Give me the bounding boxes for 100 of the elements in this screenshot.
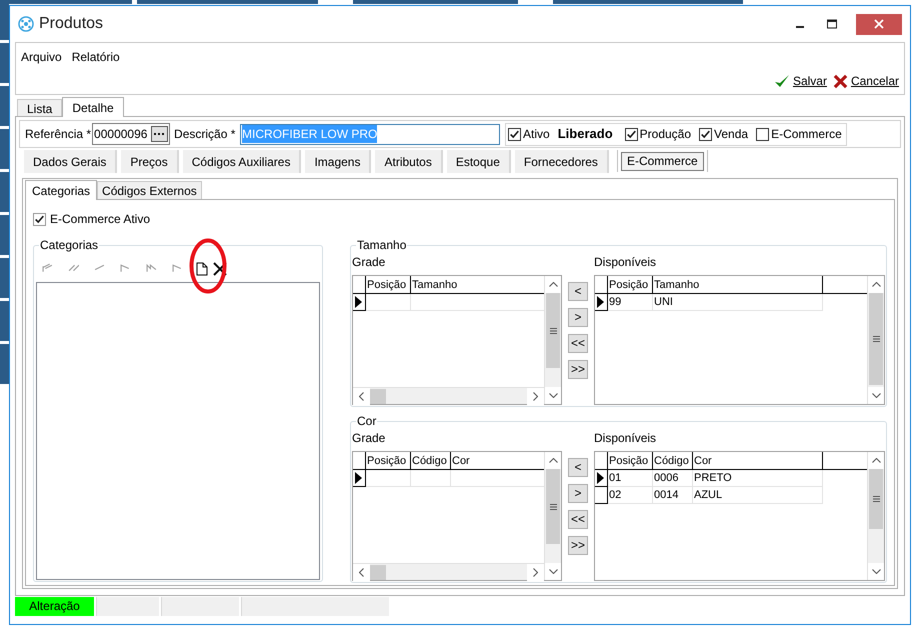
scrollbar-thumb[interactable]: [370, 564, 386, 580]
vertical-scrollbar[interactable]: [544, 452, 561, 580]
scroll-down-icon[interactable]: [868, 387, 884, 404]
vertical-scrollbar[interactable]: [544, 276, 561, 404]
move-button[interactable]: >: [568, 484, 588, 503]
scrollbar-thumb[interactable]: [370, 388, 386, 404]
scroll-up-icon[interactable]: [545, 452, 561, 469]
close-button[interactable]: [856, 14, 902, 34]
tab[interactable]: Fornecedores: [514, 150, 609, 173]
table-cell: 02: [608, 487, 653, 504]
column-header[interactable]: Posição: [366, 452, 411, 469]
disabled-nav-icon: [120, 263, 131, 274]
reference-field[interactable]: 00000096: [92, 123, 170, 145]
scroll-right-icon[interactable]: [527, 388, 544, 404]
background-window: [0, 172, 9, 212]
maximize-icon: [827, 19, 837, 29]
scroll-left-icon[interactable]: [353, 388, 370, 404]
scroll-down-icon[interactable]: [545, 563, 561, 580]
scrollbar-thumb[interactable]: [869, 293, 883, 385]
column-header[interactable]: Código: [653, 452, 693, 469]
menu-item[interactable]: Arquivo: [21, 48, 62, 66]
ellipsis-icon: [154, 132, 166, 136]
field-label: Descrição *: [174, 126, 236, 143]
tab[interactable]: Lista: [17, 99, 62, 116]
tab[interactable]: Preços: [121, 150, 179, 173]
column-header[interactable]: Posição: [366, 276, 411, 293]
check-icon: [34, 214, 45, 224]
group-title: Tamanho: [356, 238, 408, 252]
vertical-scrollbar[interactable]: [867, 276, 884, 404]
scroll-up-icon[interactable]: [868, 452, 884, 469]
grid-label: Grade: [352, 254, 386, 271]
tab[interactable]: Códigos Auxiliares: [182, 150, 302, 173]
check-icon: [774, 73, 790, 89]
scrollbar-thumb[interactable]: [546, 469, 560, 544]
ellipsis-button[interactable]: [151, 126, 168, 142]
column-header[interactable]: Tamanho: [411, 276, 544, 293]
column-header[interactable]: Cor: [693, 452, 823, 469]
scroll-up-icon[interactable]: [868, 276, 884, 293]
checkbox[interactable]: Ativo: [508, 125, 550, 143]
scroll-right-icon[interactable]: [527, 564, 544, 580]
scroll-up-icon[interactable]: [545, 276, 561, 293]
move-button[interactable]: >>: [568, 536, 588, 555]
grid-label: Disponíveis: [594, 254, 658, 271]
move-button[interactable]: <: [568, 458, 588, 477]
close-icon: [874, 19, 884, 29]
background-window: [0, 258, 9, 298]
disabled-nav-icon: [172, 263, 183, 274]
disabled-nav-icon: [42, 263, 53, 274]
checkbox[interactable]: E-Commerce: [756, 125, 842, 143]
row-pointer-icon: [355, 296, 362, 308]
scroll-down-icon[interactable]: [868, 563, 884, 580]
scroll-down-icon[interactable]: [545, 387, 561, 404]
background-window: [0, 301, 9, 341]
vertical-scrollbar[interactable]: [867, 452, 884, 580]
background-window: [0, 43, 9, 83]
scrollbar-thumb[interactable]: [869, 469, 883, 529]
table-cell: 99: [608, 294, 653, 311]
horizontal-scrollbar[interactable]: [353, 387, 544, 404]
background-window: [0, 129, 9, 169]
checkbox[interactable]: Produção: [624, 125, 692, 143]
empty-cell: [411, 470, 451, 487]
scrollbar-thumb[interactable]: [546, 293, 560, 368]
toolbar-button[interactable]: Cancelar: [832, 72, 899, 90]
tab[interactable]: Códigos Externos: [97, 181, 202, 199]
table-cell: 0006: [653, 470, 693, 487]
horizontal-scrollbar[interactable]: [353, 563, 544, 580]
tab[interactable]: Atributos: [375, 150, 443, 173]
move-button[interactable]: >>: [568, 360, 588, 379]
checkbox[interactable]: Venda: [699, 125, 748, 143]
menu-item[interactable]: Relatório: [72, 48, 120, 66]
empty-cell: [366, 294, 411, 311]
move-button[interactable]: >: [568, 308, 588, 327]
background-window: [0, 86, 9, 126]
status-mode: Alteração: [15, 597, 94, 616]
column-header[interactable]: Código: [411, 452, 451, 469]
table-cell: PRETO: [693, 470, 823, 487]
move-button[interactable]: <: [568, 282, 588, 301]
column-header[interactable]: Cor: [451, 452, 544, 469]
column-header[interactable]: Tamanho: [653, 276, 823, 293]
tab[interactable]: Categorias: [25, 180, 98, 200]
tab[interactable]: Imagens: [305, 150, 372, 173]
background-window: [0, 344, 9, 384]
column-header[interactable]: Posição: [608, 452, 653, 469]
check-icon: [700, 128, 712, 140]
column-header[interactable]: Posição: [608, 276, 653, 293]
scroll-left-icon[interactable]: [353, 564, 370, 580]
delete-icon: [213, 262, 227, 276]
checkbox[interactable]: E-Commerce Ativo: [33, 210, 150, 228]
tab[interactable]: Detalhe: [62, 97, 124, 117]
new-document-icon: [196, 262, 208, 276]
check-icon: [626, 128, 637, 140]
field-label: Referência *: [25, 126, 92, 143]
window-title: Produtos: [39, 14, 104, 34]
tab[interactable]: Estoque: [446, 150, 511, 173]
table-cell: 0014: [653, 487, 693, 504]
move-button[interactable]: <<: [568, 510, 588, 529]
tab[interactable]: Dados Gerais: [24, 150, 118, 173]
move-button[interactable]: <<: [568, 334, 588, 353]
group-title: Cor: [356, 414, 378, 428]
toolbar-button[interactable]: Salvar: [774, 72, 827, 90]
